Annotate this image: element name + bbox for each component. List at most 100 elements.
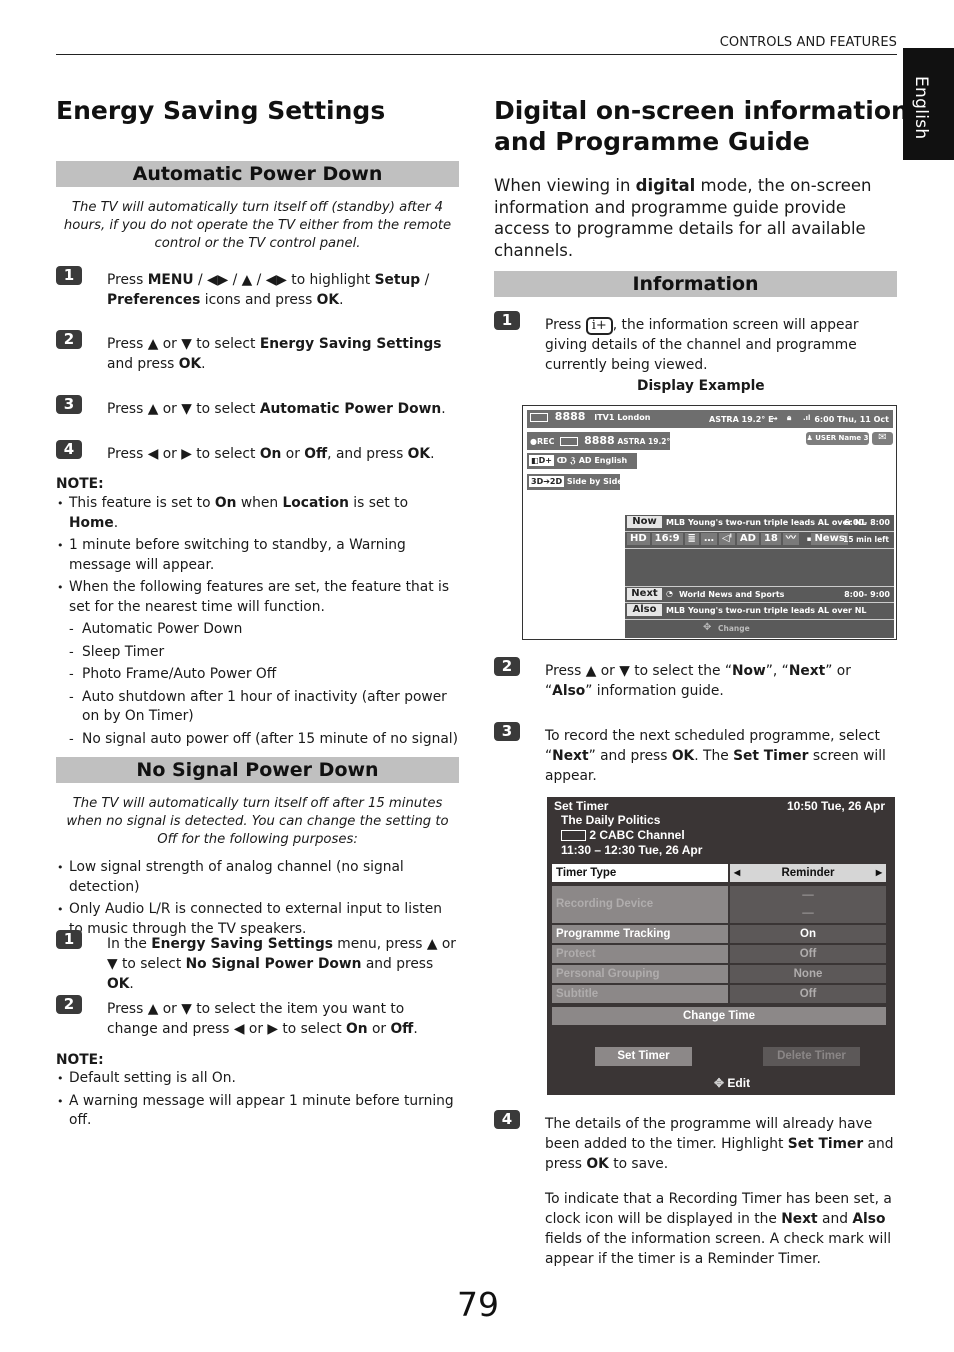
tv-icon — [560, 437, 579, 446]
badge-rating: 18 — [760, 533, 781, 545]
section-heading-automatic-power-down: Automatic Power Down — [56, 161, 459, 187]
step-number: 4 — [494, 1110, 520, 1129]
audio-description-icon: ℨ — [569, 456, 576, 465]
timer-row-personal-grouping[interactable]: Personal Grouping None — [552, 965, 886, 983]
step-number: 2 — [56, 330, 82, 349]
apd-note-title: NOTE: — [56, 476, 104, 492]
tv-icon — [561, 830, 586, 842]
timer-channel: 2 CABC Channel — [561, 828, 685, 843]
interactive-icon: 〰 — [782, 533, 799, 545]
signal-link-icon: ⇝ — [771, 414, 778, 423]
lock-icon: 🔒︎ — [787, 413, 792, 422]
nspd-notes: Default setting is all On. A warning mes… — [56, 1069, 466, 1134]
user-profile-badge: ♟︎ USER Name 3 — [806, 432, 869, 445]
step-number: 1 — [56, 266, 82, 285]
step-text: Press ▲ or ▼ to select Automatic Power D… — [107, 401, 446, 417]
sub-item: Automatic Power Down — [69, 620, 459, 640]
digital-intro: When viewing in digital mode, the on-scr… — [494, 176, 872, 260]
display-example-label: Display Example — [637, 378, 765, 394]
step-text: Press ◀ or ▶ to select On or Off, and pr… — [107, 446, 435, 462]
timer-row-subtitle[interactable]: Subtitle Off — [552, 985, 886, 1003]
guide-change-hint: ✥ Change — [703, 622, 750, 633]
feature-sublist: Automatic Power Down Sleep Timer Photo F… — [69, 620, 459, 749]
guide-row-now[interactable]: Now MLB Young's two-run triple leads AL … — [625, 515, 894, 530]
note-item-text: When the following features are set, the… — [69, 579, 450, 615]
step-text: In the Energy Saving Settings menu, pres… — [107, 936, 456, 992]
timer-row-protect[interactable]: Protect Off — [552, 945, 886, 963]
osd-3d-bar: 3D➔2D Side by Side — [527, 474, 623, 490]
osd-channel-bar: 8888 ITV1 London ASTRA 19.2° E ⇝ 🔒︎ .ıl … — [527, 410, 893, 428]
step-text: Press i+, the information screen will ap… — [545, 317, 859, 373]
change-time-button[interactable]: Change Time — [552, 1007, 886, 1025]
mail-icon: ✉︎ — [872, 432, 893, 445]
step-number: 2 — [56, 995, 82, 1014]
step-text: The details of the programme will alread… — [545, 1116, 894, 1172]
guide-row-next[interactable]: Next ◔ World News and Sports 8:00- 9:00 — [625, 587, 894, 602]
step-number: 1 — [56, 930, 82, 949]
section-heading-no-signal-power-down: No Signal Power Down — [56, 757, 459, 783]
tv-icon — [530, 413, 548, 422]
page-number: 79 — [457, 1285, 499, 1324]
navigation-pad-icon: ✥ — [703, 622, 712, 633]
sub-item: Photo Frame/Auto Power Off — [69, 665, 459, 685]
step-text: To record the next scheduled programme, … — [545, 728, 886, 784]
timer-row-programme-tracking[interactable]: Programme Tracking On — [552, 925, 886, 943]
stereo-icon: ↀ — [556, 456, 568, 465]
section-heading-information: Information — [494, 271, 897, 297]
step-text: Press ▲ or ▼ to select Energy Saving Set… — [107, 336, 442, 372]
apd-notes: This feature is set to On when Location … — [56, 494, 459, 752]
signal-strength-icon: .ıl — [803, 414, 811, 422]
badge-aspect: 16:9 — [651, 533, 683, 545]
dolby-icon: ◧D+ — [529, 455, 554, 466]
purpose-item: Low signal strength of analog channel (n… — [56, 858, 459, 897]
note-item: A warning message will appear 1 minute b… — [56, 1092, 466, 1131]
timer-clock: 10:50 Tue, 26 Apr — [786, 799, 885, 813]
note-item: Default setting is all On. — [56, 1069, 466, 1089]
teletext-icon: ≣ — [684, 533, 699, 545]
set-timer-button[interactable]: Set Timer — [595, 1047, 692, 1066]
timer-title: Set Timer — [554, 799, 609, 813]
guide-row-also[interactable]: Also MLB Young's two-run triple leads AL… — [625, 603, 894, 618]
note-item: 1 minute before switching to standby, a … — [56, 536, 459, 575]
step-number: 4 — [56, 440, 82, 459]
info-plus-key-icon: i+ — [585, 317, 613, 335]
nspd-purposes: Low signal strength of analog channel (n… — [56, 858, 459, 942]
osd-rec-bar: ●REC 8888 ASTRA 19.2° E — [527, 432, 678, 450]
divider — [625, 619, 894, 620]
step-text: Press ▲ or ▼ to select the “Now”, “Next”… — [545, 663, 851, 699]
badge-ad: AD — [736, 533, 759, 545]
step-number: 3 — [494, 722, 520, 741]
timer-row-type[interactable]: Timer Type ◀ Reminder ▶ — [552, 864, 886, 882]
sub-item: Auto shutdown after 1 hour of inactivity… — [69, 688, 459, 727]
divider — [625, 548, 894, 549]
user-icon: ♟︎ — [806, 434, 813, 442]
language-tab: English — [903, 48, 954, 160]
sub-item: No signal auto power off (after 15 minut… — [69, 730, 459, 750]
navigation-pad-icon: ✥ — [714, 1076, 725, 1090]
apd-intro: The TV will automatically turn itself of… — [63, 200, 452, 251]
arrow-right-icon[interactable]: ▶ — [876, 864, 882, 882]
clock-icon: ◔ — [666, 589, 673, 598]
set-timer-screen: Set Timer 10:50 Tue, 26 Apr The Daily Po… — [547, 797, 895, 1095]
osd-audio-bar: ◧D+ ↀ ℨ AD English — [527, 453, 637, 469]
delete-timer-button[interactable]: Delete Timer — [763, 1047, 860, 1066]
timer-row-recording-device[interactable]: Recording Device — — — [552, 886, 886, 923]
title-line: Digital on-screen information — [494, 96, 909, 125]
page-title-digital-info: Digital on-screen information and Progra… — [494, 95, 909, 157]
running-title: CONTROLS AND FEATURES — [719, 35, 897, 50]
step-number: 2 — [494, 657, 520, 676]
step-text: Press MENU / ◀▶ / ▲ / ◀▶ to highlight Se… — [107, 272, 430, 308]
title-line: and Programme Guide — [494, 127, 810, 156]
note-item: When the following features are set, the… — [56, 578, 459, 749]
step-number: 1 — [494, 311, 520, 330]
note-item: This feature is set to On when Location … — [56, 494, 459, 533]
programme-attributes-row: HD 16:9 ≣… ◁ᑊ AD 18 〰 ▪ News 15 min left — [625, 533, 894, 547]
badge-hd: HD — [627, 533, 650, 545]
divider — [625, 531, 894, 532]
audio-icon: ◁ᑊ — [718, 533, 735, 545]
subtitle-icon: … — [700, 533, 717, 545]
sub-item: Sleep Timer — [69, 643, 459, 663]
arrow-left-icon[interactable]: ◀ — [734, 864, 740, 882]
step-number: 3 — [56, 395, 82, 414]
edit-hint: ✥ Edit — [714, 1076, 751, 1090]
